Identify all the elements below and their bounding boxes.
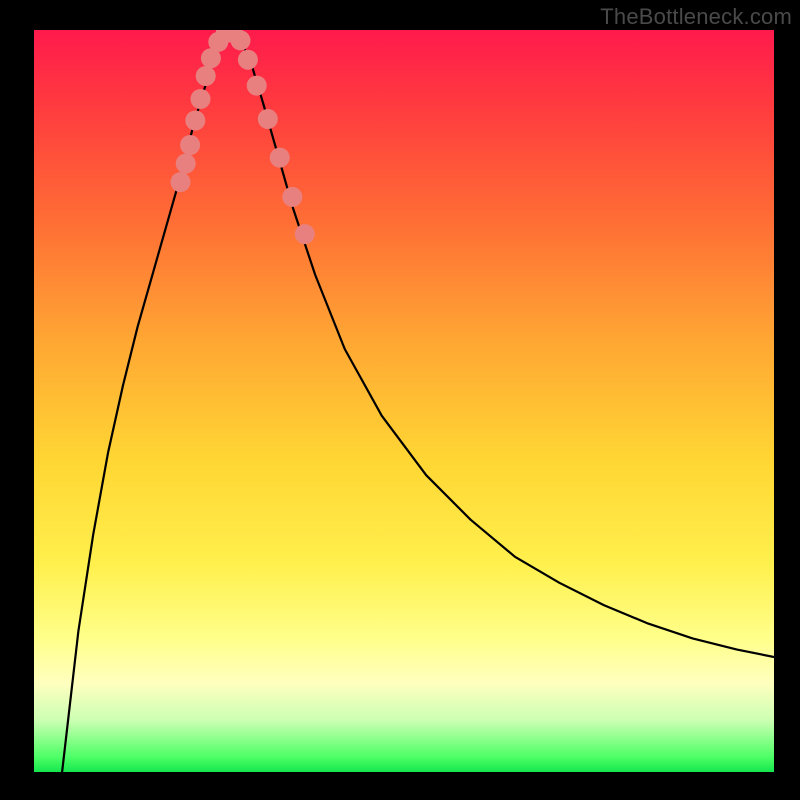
chart-marker	[191, 89, 211, 109]
chart-marker	[185, 111, 205, 131]
chart-marker	[258, 109, 278, 129]
chart-plot-area	[34, 30, 774, 772]
chart-svg	[34, 30, 774, 772]
watermark-text: TheBottleneck.com	[600, 4, 792, 30]
chart-marker	[247, 76, 267, 96]
chart-marker	[176, 154, 196, 174]
chart-marker	[196, 66, 216, 86]
chart-marker	[282, 187, 302, 207]
chart-marker	[180, 135, 200, 155]
chart-marker	[295, 224, 315, 244]
chart-frame: TheBottleneck.com	[0, 0, 800, 800]
chart-marker	[231, 30, 251, 50]
chart-curve	[62, 32, 774, 772]
chart-marker	[238, 50, 258, 70]
chart-marker	[171, 172, 191, 192]
chart-marker	[270, 148, 290, 168]
